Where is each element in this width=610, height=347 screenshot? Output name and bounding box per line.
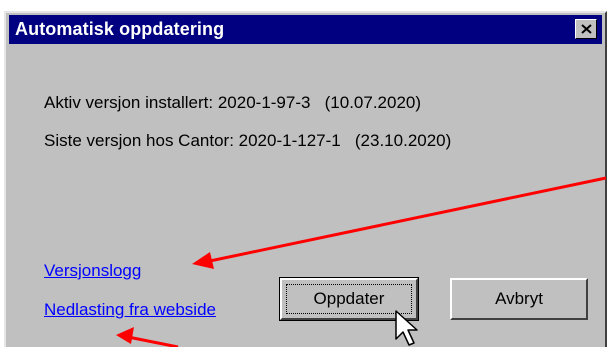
mouse-cursor-icon — [395, 310, 418, 346]
annotation-arrow — [116, 327, 179, 347]
annotation-arrow — [192, 176, 607, 269]
